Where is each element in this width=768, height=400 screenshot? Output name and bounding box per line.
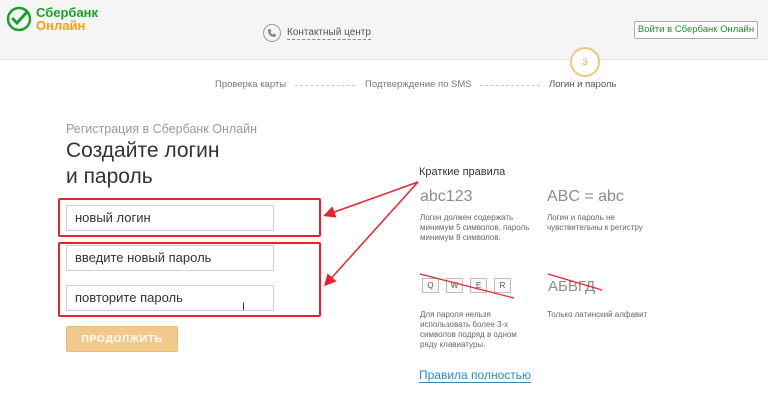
arrow-to-login (323, 181, 419, 218)
rule-case-text: Логин и пароль не чувствительны к регист… (547, 213, 643, 232)
current-step-indicator: 3 (570, 47, 600, 77)
login-sberbank-online-button[interactable]: Войти в Сбербанк Онлайн (634, 21, 758, 39)
contact-center[interactable]: Контактный центр (263, 24, 371, 42)
rule-keyboard-text: Для пароля нельзя использовать более 3-х… (420, 310, 517, 349)
continue-button[interactable]: ПРОДОЛЖИТЬ (66, 326, 178, 352)
arrow-to-password (323, 181, 419, 287)
rules-title: Краткие правила (419, 166, 506, 178)
rule-latin-text: Только латинский алфавит (547, 310, 648, 319)
header: Сбербанк Онлайн Контактный центр Войти в… (0, 0, 768, 60)
sberbank-logo-icon (6, 6, 32, 32)
step-divider (480, 85, 540, 86)
page-title-line2: и пароль (66, 165, 153, 188)
brand-suffix: Онлайн (36, 18, 86, 33)
phone-icon (263, 24, 281, 42)
page-title-line1: Создайте логин (66, 139, 220, 162)
step-sms-confirm: Подтверждение по SMS (365, 79, 472, 90)
contact-center-link[interactable]: Контактный центр (287, 27, 371, 40)
rule-length-example: abc123 (420, 188, 473, 205)
step-divider (295, 85, 355, 86)
rule-case-example: ABC = abc (547, 188, 624, 205)
login-input[interactable]: новый логин (66, 205, 274, 231)
form-subtitle: Регистрация в Сбербанк Онлайн (66, 122, 258, 136)
text-cursor-icon: I (242, 301, 246, 313)
cyrillic-strikethrough (547, 273, 603, 291)
step-login-password: Логин и пароль (549, 79, 617, 90)
keys-strikethrough (419, 273, 515, 299)
page-title: Создайте логин и пароль (66, 138, 306, 190)
step-card-check: Проверка карты (215, 79, 287, 90)
password-input[interactable]: введите новый пароль (66, 245, 274, 271)
rule-length-text: Логин должен содержать минимум 5 символо… (420, 213, 530, 242)
sberbank-logo[interactable]: Сбербанк Онлайн (6, 6, 98, 32)
registration-steps: Проверка карты Подтверждение по SMS 3 Ло… (0, 47, 768, 100)
full-rules-link[interactable]: Правила полностью (419, 368, 532, 383)
